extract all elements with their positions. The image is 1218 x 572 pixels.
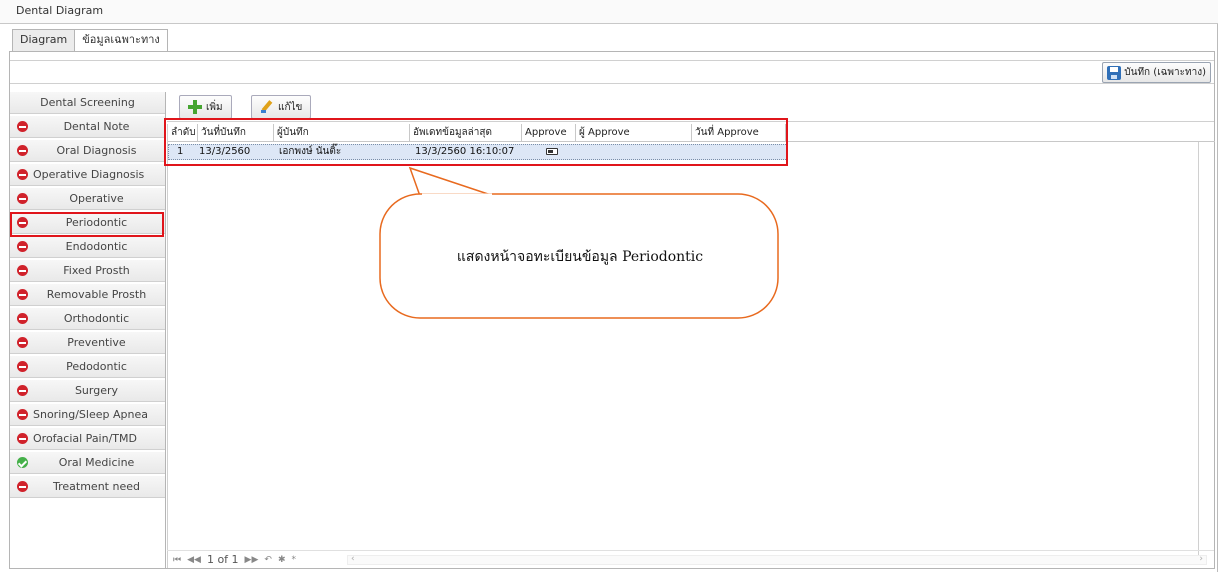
sidebar-item-oral-medicine[interactable]: Oral Medicine xyxy=(10,452,165,474)
cell-record-date: 13/3/2560 xyxy=(199,146,251,157)
column-header-approve[interactable]: Approve xyxy=(522,124,576,142)
floppy-disk-icon xyxy=(1107,65,1122,80)
new-record-icon[interactable]: * xyxy=(291,555,296,565)
add-button[interactable]: เพิ่ม xyxy=(179,95,232,119)
edit-button[interactable]: แก้ไข xyxy=(251,95,312,119)
sidebar-item-label: Removable Prosth xyxy=(46,288,147,301)
sidebar-item-label: Operative xyxy=(69,192,124,205)
sidebar-item-preventive[interactable]: Preventive xyxy=(10,332,165,354)
column-header-last-updated[interactable]: อัพเดทข้อมูลล่าสุด xyxy=(410,124,522,142)
status-incomplete-icon xyxy=(17,361,28,372)
specialty-sidebar: Dental Screening Dental Note Oral Diagno… xyxy=(10,92,166,568)
horizontal-scrollbar[interactable]: ‹ › xyxy=(347,554,1207,565)
pager: ⏮ ◀◀ 1 of 1 ▶▶ ↶ ✱ * ‹ › xyxy=(167,550,1214,568)
sidebar-item-operative[interactable]: Operative xyxy=(10,188,165,210)
status-incomplete-icon xyxy=(17,121,28,132)
edit-button-label: แก้ไข xyxy=(278,101,303,113)
toolbar: บันทึก (เฉพาะทาง) xyxy=(10,60,1214,84)
sidebar-item-orofacial-pain-tmd[interactable]: Orofacial Pain/TMD xyxy=(10,428,165,450)
title-bar: Dental Diagram xyxy=(0,0,1218,24)
pencil-icon xyxy=(260,100,274,114)
sidebar-item-label: Dental Screening xyxy=(40,96,135,109)
sidebar-item-label: Operative Diagnosis xyxy=(33,168,145,181)
sidebar-item-pedodontic[interactable]: Pedodontic xyxy=(10,356,165,378)
column-header-no[interactable]: ลำดับ xyxy=(168,124,198,142)
status-incomplete-icon xyxy=(17,169,28,180)
status-incomplete-icon xyxy=(17,385,28,396)
status-incomplete-icon xyxy=(17,265,28,276)
sidebar-item-label: Orthodontic xyxy=(63,312,130,325)
content-area: เพิ่ม แก้ไข ลำดับ วันที่บันทึก ผู้บันทึก… xyxy=(167,92,1215,568)
status-incomplete-icon xyxy=(17,145,28,156)
callout-text: แสดงหน้าจอทะเบียนข้อมูล Periodontic xyxy=(456,249,704,265)
sidebar-item-label: Treatment need xyxy=(53,480,140,493)
tab-panel: บันทึก (เฉพาะทาง) Dental Screening Denta… xyxy=(9,51,1215,569)
page-indicator: 1 of 1 xyxy=(206,553,239,566)
action-bar: เพิ่ม แก้ไข xyxy=(167,92,1214,122)
first-page-icon[interactable]: ⏮ xyxy=(173,555,181,565)
sidebar-item-label: Surgery xyxy=(74,384,119,397)
sidebar-item-label: Oral Medicine xyxy=(58,456,135,469)
sidebar-item-endodontic[interactable]: Endodontic xyxy=(10,236,165,258)
cell-no: 1 xyxy=(177,146,184,157)
status-complete-icon xyxy=(17,457,28,468)
sidebar-item-treatment-need[interactable]: Treatment need xyxy=(10,476,165,498)
sidebar-item-label: Pedodontic xyxy=(66,360,127,373)
table-row[interactable]: 1 13/3/2560 เอกพงษ์ นันติ๊ะ 13/3/2560 16… xyxy=(168,144,788,160)
status-incomplete-icon xyxy=(17,289,28,300)
sidebar-item-label: Orofacial Pain/TMD xyxy=(33,432,137,445)
undo-icon[interactable]: ↶ xyxy=(264,555,272,565)
grid-divider xyxy=(1198,142,1199,562)
sidebar-item-removable-prosth[interactable]: Removable Prosth xyxy=(10,284,165,306)
status-incomplete-icon xyxy=(17,433,28,444)
sidebar-item-orthodontic[interactable]: Orthodontic xyxy=(10,308,165,330)
save-specialty-button[interactable]: บันทึก (เฉพาะทาง) xyxy=(1102,62,1211,83)
grid-header: ลำดับ วันที่บันทึก ผู้บันทึก อัพเดทข้อมู… xyxy=(168,124,1215,142)
record-star-icon[interactable]: ✱ xyxy=(278,555,286,565)
approve-toggle-icon[interactable] xyxy=(546,148,558,155)
sidebar-item-fixed-prosth[interactable]: Fixed Prosth xyxy=(10,260,165,282)
sidebar-item-oral-diagnosis[interactable]: Oral Diagnosis xyxy=(10,140,165,162)
sidebar-item-label: Dental Note xyxy=(63,120,130,133)
status-incomplete-icon xyxy=(17,241,28,252)
sidebar-item-label: Preventive xyxy=(67,336,126,349)
save-button-label: บันทึก (เฉพาะทาง) xyxy=(1124,67,1206,78)
tab-specialty-data[interactable]: ข้อมูลเฉพาะทาง xyxy=(74,29,168,52)
status-incomplete-icon xyxy=(17,409,28,420)
sidebar-item-label: Fixed Prosth xyxy=(63,264,130,277)
sidebar-item-surgery[interactable]: Surgery xyxy=(10,380,165,402)
sidebar-item-label: Snoring/Sleep Apnea xyxy=(33,408,148,421)
add-button-label: เพิ่ม xyxy=(206,101,223,113)
pager-nav: ⏮ ◀◀ 1 of 1 ▶▶ ↶ ✱ * xyxy=(173,553,296,566)
status-incomplete-icon xyxy=(17,193,28,204)
column-header-approver[interactable]: ผู้ Approve xyxy=(576,124,692,142)
status-incomplete-icon xyxy=(17,313,28,324)
cell-last-updated: 13/3/2560 16:10:07 xyxy=(415,146,515,157)
sidebar-item-label: Endodontic xyxy=(65,240,128,253)
column-header-approve-date[interactable]: วันที่ Approve xyxy=(692,124,786,142)
sidebar-item-dental-note[interactable]: Dental Note xyxy=(10,116,165,138)
sidebar-item-operative-diagnosis[interactable]: Operative Diagnosis xyxy=(10,164,165,186)
tab-diagram[interactable]: Diagram xyxy=(12,29,76,51)
periodontic-highlight-box xyxy=(10,212,164,237)
scroll-left-icon[interactable]: ‹ xyxy=(351,554,355,564)
tab-strip: Diagram ข้อมูลเฉพาะทาง xyxy=(12,29,168,52)
sidebar-item-snoring-sleep-apnea[interactable]: Snoring/Sleep Apnea xyxy=(10,404,165,426)
window-title: Dental Diagram xyxy=(16,4,104,17)
prev-page-icon[interactable]: ◀◀ xyxy=(187,555,201,565)
status-incomplete-icon xyxy=(17,337,28,348)
column-header-recorder[interactable]: ผู้บันทึก xyxy=(274,124,410,142)
plus-icon xyxy=(188,100,202,114)
status-incomplete-icon xyxy=(17,481,28,492)
sidebar-item-label: Oral Diagnosis xyxy=(56,144,137,157)
next-page-icon[interactable]: ▶▶ xyxy=(245,555,259,565)
records-grid: ลำดับ วันที่บันทึก ผู้บันทึก อัพเดทข้อมู… xyxy=(167,124,1215,568)
sidebar-item-dental-screening[interactable]: Dental Screening xyxy=(10,92,165,114)
dental-diagram-window: Dental Diagram Diagram ข้อมูลเฉพาะทาง บั… xyxy=(0,0,1218,572)
cell-recorder: เอกพงษ์ นันติ๊ะ xyxy=(279,146,342,157)
scroll-right-icon[interactable]: › xyxy=(1199,554,1203,564)
column-header-record-date[interactable]: วันที่บันทึก xyxy=(198,124,274,142)
